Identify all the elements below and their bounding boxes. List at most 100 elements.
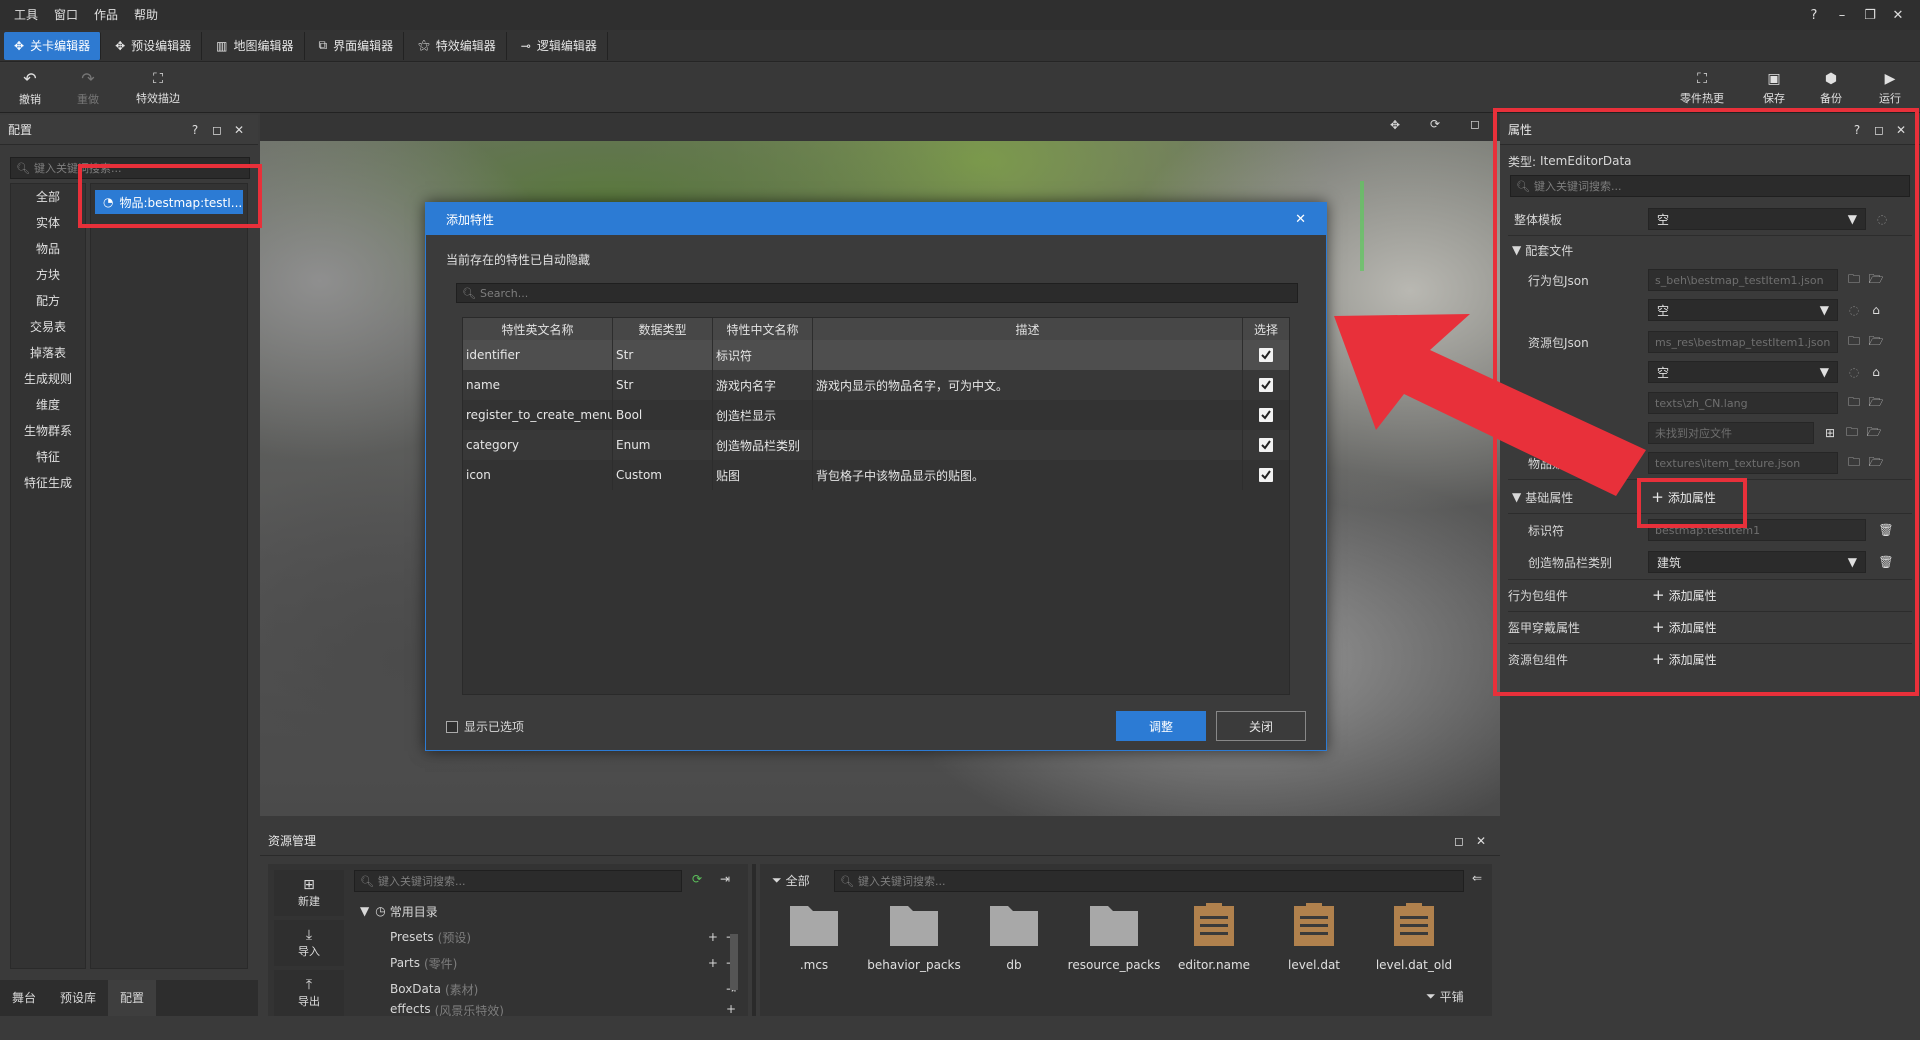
- tab-preset-lib[interactable]: 预设库: [48, 980, 108, 1016]
- select-checkbox[interactable]: [1259, 348, 1273, 362]
- splitter[interactable]: [752, 864, 756, 1016]
- category-feature[interactable]: 特征: [11, 444, 85, 470]
- file-item[interactable]: behavior_packs: [867, 902, 961, 972]
- table-row[interactable]: register_to_create_menu Bool 创造栏显示: [463, 400, 1289, 430]
- backup-button[interactable]: ⬢ 备份: [1813, 63, 1849, 113]
- tab-level-editor[interactable]: ✥ 关卡编辑器: [4, 31, 102, 60]
- category-loot[interactable]: 掉落表: [11, 340, 85, 366]
- category-dimension[interactable]: 维度: [11, 392, 85, 418]
- help-question-button[interactable]: ?: [1800, 0, 1828, 30]
- col-header-en[interactable]: 特性英文名称: [463, 318, 613, 340]
- file-name: level.dat_old: [1375, 958, 1453, 972]
- col-header-desc[interactable]: 描述: [813, 318, 1243, 340]
- refresh-icon[interactable]: ⟳: [692, 872, 702, 886]
- tab-config[interactable]: 配置: [108, 980, 157, 1016]
- menu-bar: 工具 窗口 作品 帮助 ? – ❐ ✕: [0, 0, 1920, 30]
- file-search-input[interactable]: 🔍︎ 键入关键词搜索...: [834, 870, 1464, 892]
- add-icon[interactable]: +: [708, 930, 718, 944]
- category-biome[interactable]: 生物群系: [11, 418, 85, 444]
- tab-fx-editor[interactable]: ⚝ 特效编辑器: [408, 31, 507, 60]
- select-checkbox[interactable]: [1259, 438, 1273, 452]
- select-checkbox[interactable]: [1259, 408, 1273, 422]
- menu-tools[interactable]: 工具: [6, 0, 46, 30]
- close-icon[interactable]: ✕: [1295, 212, 1306, 227]
- table-row[interactable]: identifier Str 标识符: [463, 340, 1289, 370]
- tab-ui-editor[interactable]: ⧉ 界面编辑器: [309, 31, 405, 60]
- tab-stage[interactable]: 舞台: [0, 980, 48, 1016]
- menu-help[interactable]: 帮助: [126, 0, 166, 30]
- tree-root[interactable]: ▼ ◷ 常用目录: [354, 898, 736, 924]
- tree-scrollbar[interactable]: [730, 934, 738, 990]
- category-recipe[interactable]: 配方: [11, 288, 85, 314]
- close-button[interactable]: 关闭: [1216, 711, 1306, 741]
- category-item[interactable]: 物品: [11, 236, 85, 262]
- select-checkbox[interactable]: [1259, 468, 1273, 482]
- file-item[interactable]: level.dat: [1272, 902, 1356, 972]
- col-header-type[interactable]: 数据类型: [613, 318, 713, 340]
- show-selected-checkbox[interactable]: [446, 720, 458, 733]
- file-item[interactable]: resource_packs: [1068, 902, 1160, 972]
- cell-desc: [813, 400, 1243, 430]
- category-trade[interactable]: 交易表: [11, 314, 85, 340]
- save-button[interactable]: ▣ 保存: [1756, 63, 1792, 113]
- resource-tree: ▼ ◷ 常用目录 Presets (预设) + ⇥ Parts (零件) + ⇥…: [354, 898, 736, 1016]
- add-icon[interactable]: +: [708, 956, 718, 970]
- editor-tabs: ✥ 关卡编辑器 ✥ 预设编辑器 ▥ 地图编辑器 ⧉ 界面编辑器 ⚝ 特效编辑器 …: [0, 30, 1920, 62]
- table-row[interactable]: name Str 游戏内名字 游戏内显示的物品名字，可为中文。: [463, 370, 1289, 400]
- minimize-button[interactable]: –: [1828, 0, 1856, 30]
- hot-update-label: 零件热更: [1680, 91, 1724, 105]
- table-row[interactable]: category Enum 创造物品栏类别: [463, 430, 1289, 460]
- maximize-button[interactable]: ❐: [1856, 0, 1884, 30]
- tab-map-editor[interactable]: ▥ 地图编辑器: [206, 31, 305, 60]
- tree-item-presets[interactable]: Presets (预设) + ⇥: [354, 924, 736, 950]
- outline-button[interactable]: ⛶ 特效描边: [128, 63, 188, 113]
- table-row[interactable]: icon Custom 贴图 背包格子中该物品显示的贴图。: [463, 460, 1289, 490]
- category-spawn-rules[interactable]: 生成规则: [11, 366, 85, 392]
- file-item[interactable]: db: [972, 902, 1056, 972]
- tree-item-parts[interactable]: Parts (零件) + ⇥: [354, 950, 736, 976]
- add-icon[interactable]: +: [726, 1002, 736, 1016]
- new-button[interactable]: ⊞ 新建: [274, 870, 344, 916]
- float-icon[interactable]: ◻: [1448, 834, 1470, 848]
- close-icon[interactable]: ✕: [228, 123, 250, 137]
- rotate-icon[interactable]: ⟳: [1430, 117, 1440, 131]
- tree-item-effects[interactable]: effects (风景乐特效) +: [354, 1002, 736, 1016]
- tab-preset-editor[interactable]: ✥ 预设编辑器: [105, 31, 203, 60]
- import-button[interactable]: ⤓ 导入: [274, 920, 344, 966]
- close-window-button[interactable]: ✕: [1884, 0, 1912, 30]
- file-item[interactable]: level.dat_old: [1372, 902, 1456, 972]
- help-icon[interactable]: ?: [184, 123, 206, 137]
- hot-update-button[interactable]: ⛶ 零件热更: [1672, 63, 1732, 113]
- tab-logic-editor[interactable]: ⊸ 逻辑编辑器: [511, 31, 608, 60]
- category-block[interactable]: 方块: [11, 262, 85, 288]
- show-selected-toggle[interactable]: 显示已选项: [446, 718, 524, 735]
- view-mode-toggle[interactable]: ⏷ 平铺: [1426, 988, 1464, 1005]
- float-icon[interactable]: ◻: [206, 123, 228, 137]
- close-icon[interactable]: ✕: [1470, 834, 1492, 848]
- export-button[interactable]: ⤒ 导出: [274, 970, 344, 1016]
- file-item[interactable]: .mcs: [772, 902, 856, 972]
- fullscreen-icon[interactable]: ◻: [1470, 117, 1480, 131]
- filter-dropdown[interactable]: ⏷ 全部: [772, 872, 810, 889]
- run-button[interactable]: ▶ 运行: [1872, 63, 1908, 113]
- undo-button[interactable]: ↶ 撤销: [12, 63, 48, 113]
- check-icon: [1261, 380, 1271, 390]
- file-item[interactable]: editor.name: [1172, 902, 1256, 972]
- category-all[interactable]: 全部: [11, 184, 85, 210]
- resource-search-input[interactable]: 🔍︎ 键入关键词搜索...: [354, 870, 682, 892]
- col-header-cn[interactable]: 特性中文名称: [713, 318, 813, 340]
- dialog-search-input[interactable]: 🔍︎ Search...: [456, 283, 1298, 303]
- back-arrow-icon[interactable]: ⇐: [1472, 871, 1482, 885]
- col-header-select[interactable]: 选择: [1243, 318, 1289, 340]
- category-entity[interactable]: 实体: [11, 210, 85, 236]
- confirm-button[interactable]: 调整: [1116, 711, 1206, 741]
- tree-item-boxdata[interactable]: BoxData (素材) ⇥: [354, 976, 736, 1002]
- category-feature-gen[interactable]: 特征生成: [11, 470, 85, 496]
- redo-button[interactable]: ↷ 重做: [70, 63, 106, 113]
- menu-window[interactable]: 窗口: [46, 0, 86, 30]
- locate-icon[interactable]: ⇥: [720, 872, 730, 886]
- menu-works[interactable]: 作品: [86, 0, 126, 30]
- select-checkbox[interactable]: [1259, 378, 1273, 392]
- move-icon[interactable]: ✥: [1390, 118, 1400, 132]
- document-icon: [1394, 903, 1434, 946]
